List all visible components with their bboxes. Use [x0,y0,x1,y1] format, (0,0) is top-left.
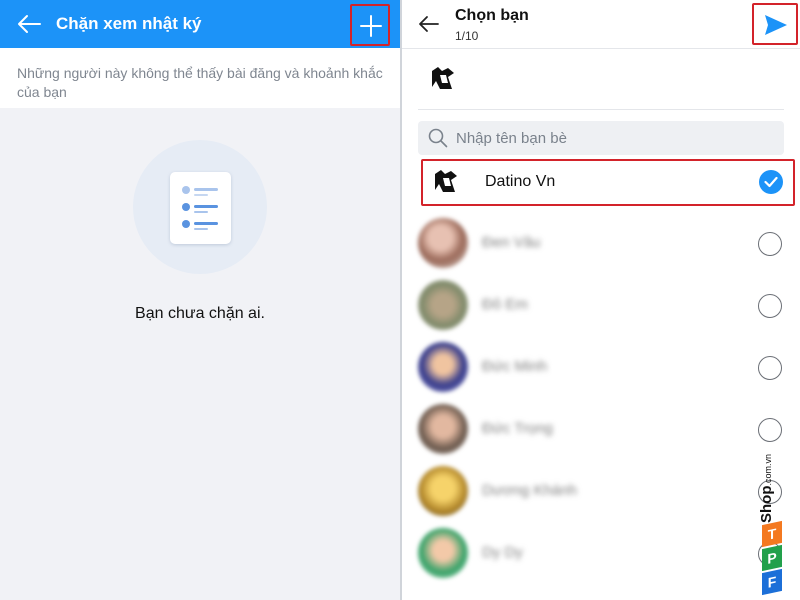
avatar [418,466,468,516]
left-header: Chặn xem nhật ký [0,0,400,48]
contact-row-selected[interactable]: Datino Vn [421,159,795,206]
arrow-left-icon [419,16,439,32]
contact-name: Dy Dy [482,544,523,561]
contact-name: Đức Trọng [482,420,553,437]
avatar [418,404,468,454]
avatar [418,528,468,578]
contact-name: Dương Khánh [482,482,577,499]
empty-state-message: Bạn chưa chặn ai. [135,305,265,322]
watermark-suffix: .com.vn [763,453,773,486]
back-button[interactable] [16,12,42,36]
send-button[interactable] [752,3,798,45]
checkbox-unchecked[interactable] [758,232,782,256]
fpt-logo: T P F [762,520,782,596]
choose-friends-screen: Chọn bạn 1/10 Datin [402,0,800,600]
fpt-logo-tile-t: T [762,520,782,548]
contact-row[interactable]: Dương Khánh [402,460,800,522]
contact-row[interactable]: Đức Minh [402,336,800,398]
fpt-logo-tile-f: F [762,568,782,596]
checkbox-checked[interactable] [759,170,783,194]
fptshop-watermark: Shop.com.vn T P F [752,454,790,596]
selected-avatars-bar [402,49,800,109]
search-icon [428,128,448,148]
contact-row[interactable]: Dy Dy [402,522,800,584]
watermark-shop: Shop [758,485,775,524]
datino-logo-icon [435,170,457,192]
checkbox-unchecked[interactable] [758,418,782,442]
datino-logo-icon [432,67,454,89]
section-divider [418,109,784,110]
avatar [418,342,468,392]
add-button[interactable] [350,4,390,46]
right-header: Chọn bạn 1/10 [402,0,800,48]
contact-name: Đức Minh [482,358,548,375]
watermark-text: Shop.com.vn [758,454,775,523]
block-description: Những người này không thể thấy bài đăng … [0,48,400,108]
arrow-left-icon [18,15,41,33]
selected-avatar[interactable] [428,65,456,93]
contact-row[interactable]: Đen Vâu [402,212,800,274]
contact-name: Đen Vâu [482,234,541,251]
back-button[interactable] [418,13,440,40]
contact-name: Datino Vn [485,173,556,190]
avatar [418,218,468,268]
contact-row[interactable]: Đức Trọng [402,398,800,460]
avatar [418,280,468,330]
page-title: Chọn bạn [455,7,529,24]
fpt-logo-tile-p: P [762,544,782,572]
checkbox-unchecked[interactable] [758,356,782,380]
send-icon [765,15,787,35]
contact-name: Đô Em [482,296,528,313]
selection-count: 1/10 [455,29,479,43]
search-box[interactable] [418,121,784,155]
contact-row[interactable]: Đô Em [402,274,800,336]
avatar [431,168,459,196]
plus-icon [360,15,382,37]
document-list-icon [170,172,231,244]
search-input[interactable] [456,121,776,155]
block-diary-screen: Chặn xem nhật ký Những người này không t… [0,0,400,600]
checkbox-unchecked[interactable] [758,294,782,318]
checkmark-icon [764,176,778,188]
page-title: Chặn xem nhật ký [56,14,202,33]
